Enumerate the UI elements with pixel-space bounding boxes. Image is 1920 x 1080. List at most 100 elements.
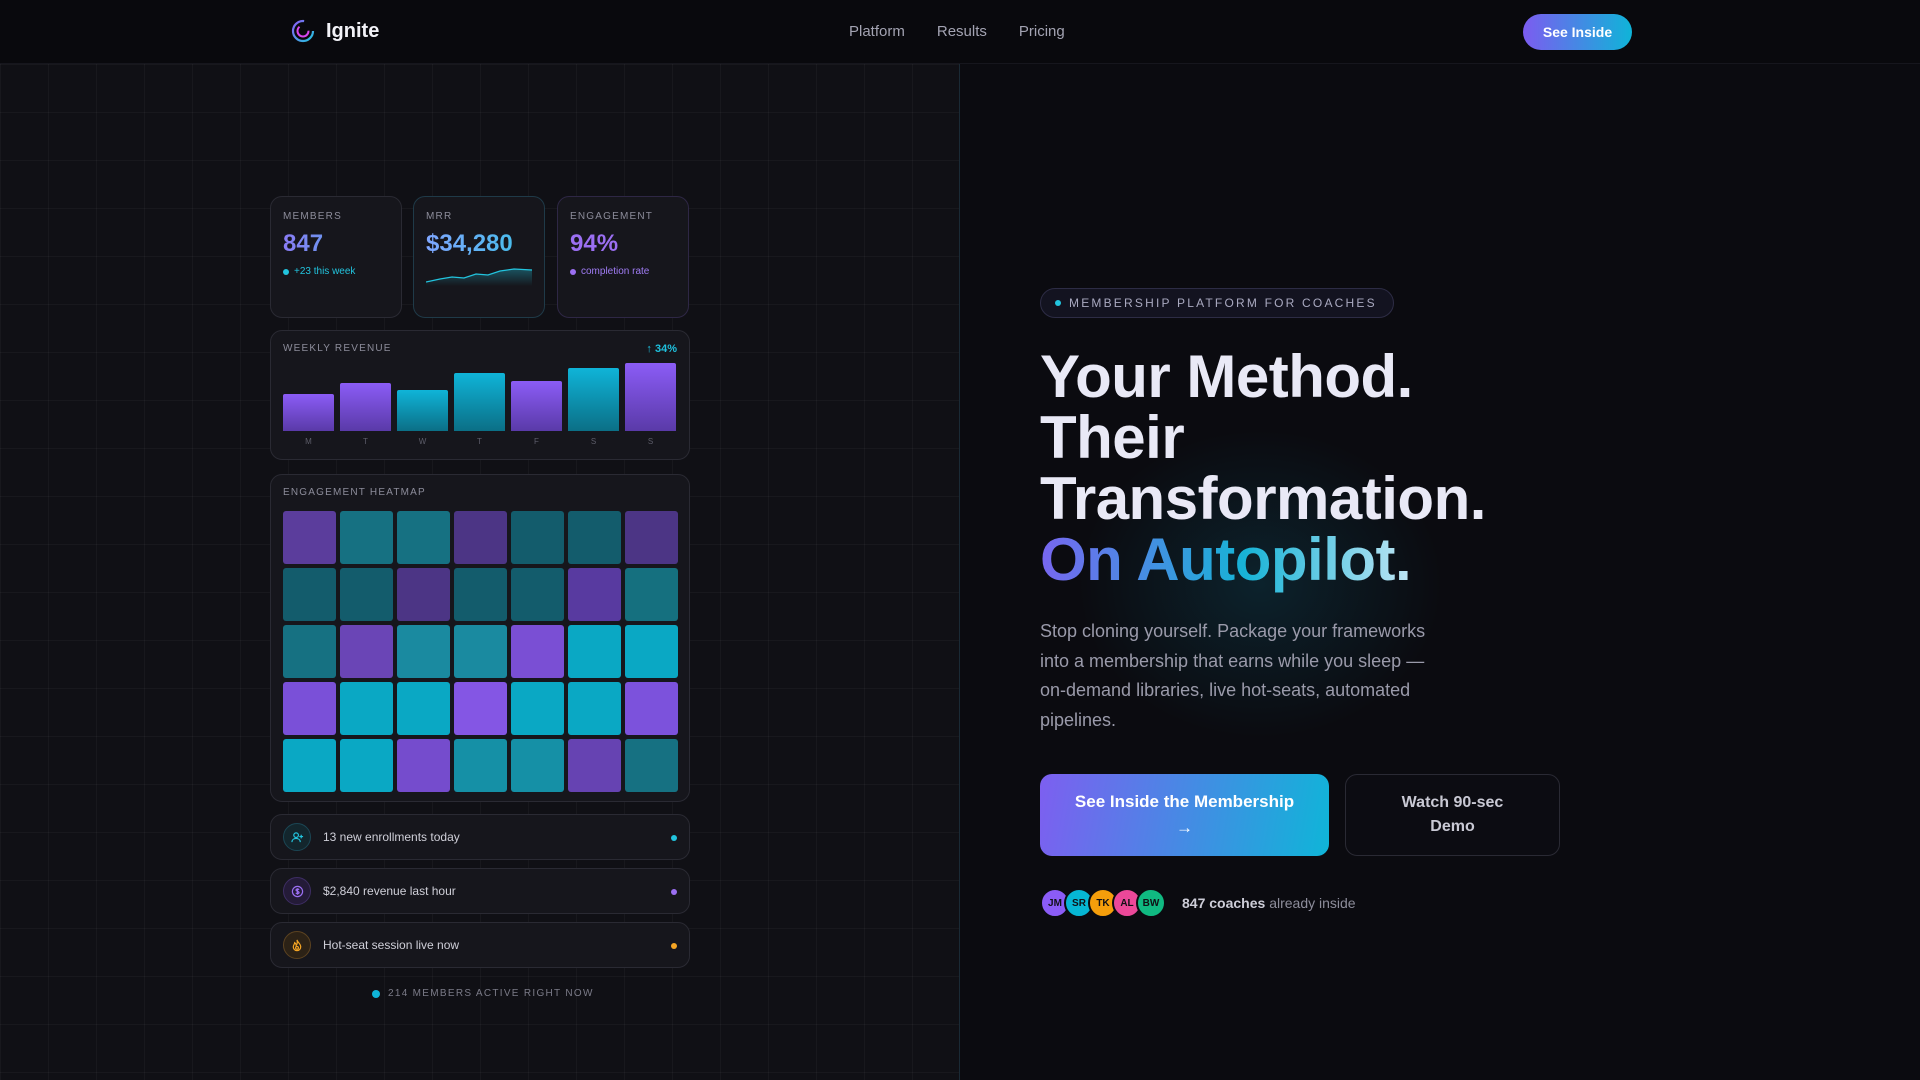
cta-secondary-label-1: Watch 90-sec <box>1401 794 1504 811</box>
heatmap-cell <box>454 568 507 621</box>
heatmap-cell <box>625 625 678 678</box>
heatmap-cell <box>511 739 564 792</box>
revenue-bar <box>568 368 619 431</box>
user-plus-icon <box>283 823 311 851</box>
feed-item-revenue: $2,840 revenue last hour <box>270 868 690 914</box>
heatmap-cell <box>283 568 336 621</box>
weekly-revenue-card: WEEKLY REVENUE ↑ 34% M T W T F S S <box>270 330 690 460</box>
members-card: MEMBERS 847 +23 this week <box>270 196 402 318</box>
heatmap-cell <box>568 682 621 735</box>
day-label: T <box>477 437 482 446</box>
heatmap-cell <box>568 568 621 621</box>
heatmap-cell <box>397 568 450 621</box>
engagement-label: ENGAGEMENT <box>570 211 654 222</box>
headline-line-2: Their <box>1040 404 1185 471</box>
heatmap-cell <box>454 682 507 735</box>
heatmap-cell <box>625 682 678 735</box>
social-proof-text: 847 coaches already inside <box>1182 895 1356 911</box>
heatmap-cell <box>397 739 450 792</box>
heatmap-cell <box>568 511 621 564</box>
revenue-bar <box>454 373 505 431</box>
hero-badge: MEMBERSHIP PLATFORM FOR COACHES <box>1040 288 1394 318</box>
heatmap-cell <box>511 682 564 735</box>
feed-text: 13 new enrollments today <box>323 830 460 844</box>
heatmap-cell <box>283 625 336 678</box>
headline-line-3: Transformation. <box>1040 465 1486 532</box>
heatmap-cell <box>511 568 564 621</box>
heatmap-cell <box>283 682 336 735</box>
heatmap-cell <box>397 625 450 678</box>
heatmap-cell <box>340 568 393 621</box>
heatmap-cell <box>340 682 393 735</box>
active-members-text: 214 MEMBERS ACTIVE RIGHT NOW <box>388 988 594 999</box>
heatmap-cell <box>283 739 336 792</box>
logo-icon <box>291 19 315 43</box>
heatmap-cell <box>454 625 507 678</box>
heatmap-cell <box>340 511 393 564</box>
badge-dot <box>1055 300 1061 306</box>
revenue-bar <box>283 394 334 431</box>
mrr-label: MRR <box>426 211 453 222</box>
mrr-value: $34,280 <box>426 230 532 258</box>
revenue-bar <box>511 381 562 431</box>
revenue-bar <box>340 383 391 431</box>
heatmap-cell <box>340 739 393 792</box>
heatmap-cell <box>397 682 450 735</box>
headline-line-1: Your Method. <box>1040 343 1413 410</box>
heatmap-cell <box>397 511 450 564</box>
cta-secondary-label-2: Demo <box>1430 818 1475 835</box>
heatmap-cell <box>511 625 564 678</box>
nav-link-platform[interactable]: Platform <box>849 23 905 40</box>
heatmap-cell <box>283 511 336 564</box>
weekly-revenue-title: WEEKLY REVENUE <box>283 343 392 354</box>
arrow-right-icon: → <box>1176 818 1193 837</box>
active-members-status: 214 MEMBERS ACTIVE RIGHT NOW <box>372 988 594 999</box>
day-label: S <box>590 437 597 446</box>
day-label: S <box>647 437 654 446</box>
coach-avatars: JM SR TK AL BW <box>1040 888 1166 918</box>
engagement-heatmap-card: ENGAGEMENT HEATMAP <box>270 474 690 802</box>
day-label: M <box>305 437 312 446</box>
hero-headline: Your Method. Their Transformation. On Au… <box>1040 346 1486 590</box>
revenue-change: ↑ 34% <box>646 343 677 355</box>
status-dot <box>671 943 677 949</box>
live-dot <box>372 989 380 998</box>
watch-demo-button[interactable]: Watch 90-sec Demo <box>1345 774 1560 856</box>
feed-item-enrollments: 13 new enrollments today <box>270 814 690 860</box>
revenue-day-labels: MTWTFSS <box>283 437 677 449</box>
revenue-bars <box>283 363 677 431</box>
cta-primary-label: See Inside the Membership <box>1074 792 1295 811</box>
engagement-value: 94% <box>570 230 619 257</box>
status-dot <box>671 835 677 841</box>
mrr-card: MRR $34,280 <box>413 196 545 318</box>
revenue-bar <box>397 390 448 431</box>
headline-line-4: On Autopilot. <box>1040 526 1412 593</box>
members-label: MEMBERS <box>283 211 342 222</box>
day-label: T <box>363 437 368 446</box>
nav-link-pricing[interactable]: Pricing <box>1019 23 1065 40</box>
flame-icon <box>283 931 311 959</box>
status-dot <box>671 889 677 895</box>
heatmap-cell <box>454 511 507 564</box>
heatmap-cell <box>625 511 678 564</box>
revenue-bar <box>625 363 676 431</box>
see-inside-membership-button[interactable]: See Inside the Membership → <box>1040 774 1329 856</box>
heatmap-cell <box>454 739 507 792</box>
dollar-icon <box>283 877 311 905</box>
day-label: W <box>418 437 427 446</box>
see-inside-button[interactable]: See Inside <box>1523 14 1632 50</box>
heatmap-cell <box>340 625 393 678</box>
heatmap-title: ENGAGEMENT HEATMAP <box>283 487 426 498</box>
engagement-card: ENGAGEMENT 94% completion rate <box>557 196 689 318</box>
dashboard-preview: MEMBERS 847 +23 this week MRR $34,280 EN… <box>0 64 960 1080</box>
top-nav: Ignite Platform Results Pricing See Insi… <box>0 0 1920 64</box>
members-delta: +23 this week <box>283 266 389 277</box>
hero-description: Stop cloning yourself. Package your fram… <box>1040 621 1426 730</box>
nav-link-results[interactable]: Results <box>937 23 987 40</box>
day-label: F <box>534 437 539 446</box>
logo[interactable]: Ignite <box>290 18 379 44</box>
mrr-sparkline <box>425 268 533 286</box>
heatmap-cell <box>625 739 678 792</box>
social-proof: JM SR TK AL BW 847 coaches already inside <box>1040 888 1356 918</box>
feed-item-hot-seat: Hot-seat session live now <box>270 922 690 968</box>
